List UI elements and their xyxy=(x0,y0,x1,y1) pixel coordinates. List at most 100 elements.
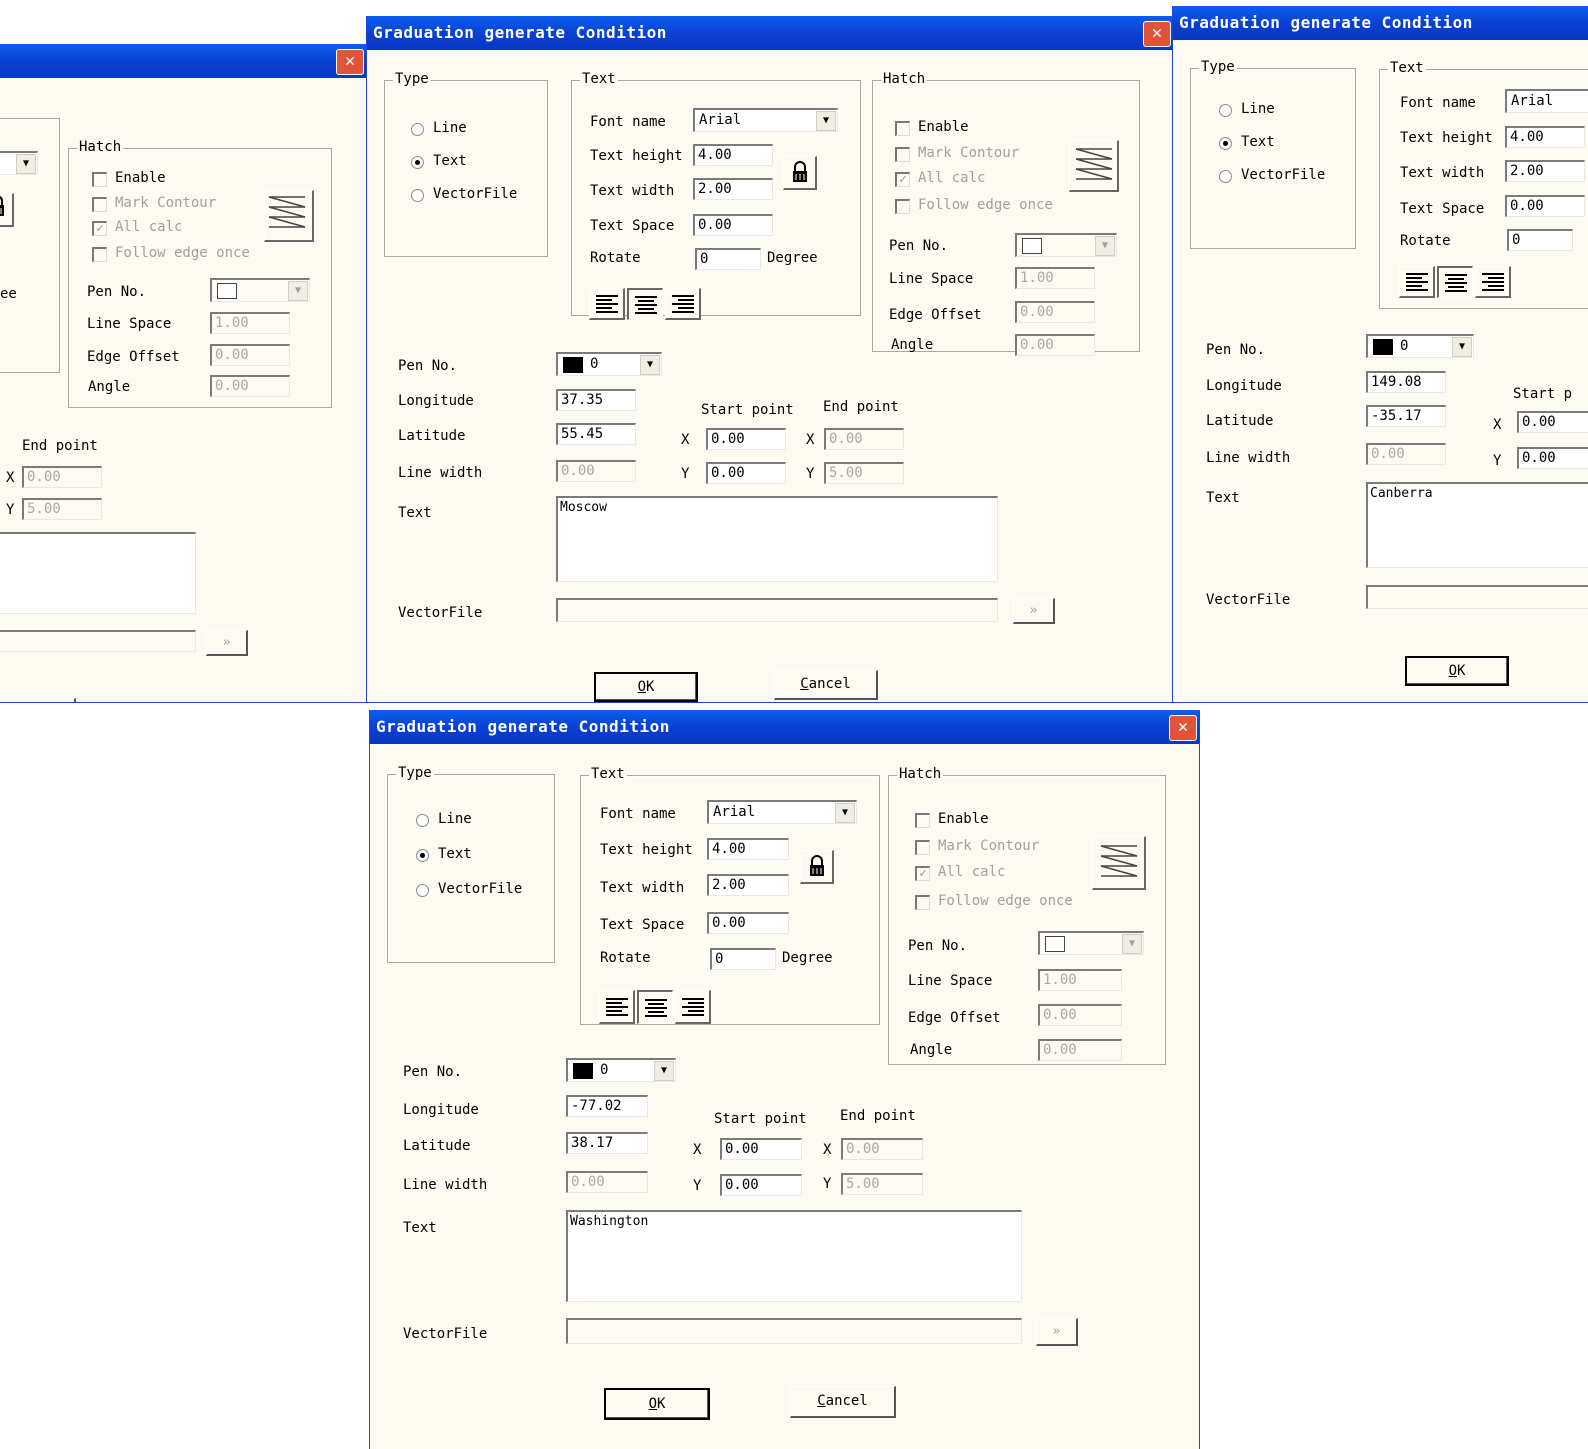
align-center-button[interactable] xyxy=(637,990,673,1024)
longitude-field[interactable]: 37.35 xyxy=(556,389,636,411)
chevron-down-icon: ▼ xyxy=(835,803,855,823)
type-line-radio[interactable] xyxy=(1219,104,1232,117)
pen-color-swatch xyxy=(1373,339,1393,355)
latitude-field[interactable]: -35.17 xyxy=(1366,405,1446,427)
font-name-combo[interactable]: Arial xyxy=(1505,89,1588,113)
hatch-settings-button[interactable] xyxy=(1092,836,1146,890)
ok-button[interactable]: OK xyxy=(604,1388,710,1420)
all-calc-checkbox: ✓ xyxy=(915,866,930,881)
hatch-pen-combo: ▼ xyxy=(1015,233,1117,257)
text-space-field[interactable]: 0.00 xyxy=(693,214,773,236)
text-legend: Text xyxy=(1388,60,1426,76)
type-vectorfile-radio[interactable] xyxy=(411,189,424,202)
rotate-label: Rotate xyxy=(1400,233,1451,249)
text-width-label: Text width xyxy=(1400,165,1485,181)
font-name-value: Arial xyxy=(1511,93,1554,109)
type-text-radio[interactable] xyxy=(1219,137,1232,150)
text-area[interactable]: Canberra xyxy=(1366,482,1588,568)
type-line-radio[interactable] xyxy=(416,814,429,827)
line-space-label: Line Space xyxy=(87,316,172,332)
start-x-field[interactable]: 0.00 xyxy=(706,428,786,450)
align-right-button[interactable] xyxy=(1475,266,1511,298)
type-text-radio[interactable] xyxy=(411,156,424,169)
type-vectorfile-radio[interactable] xyxy=(416,884,429,897)
type-vectorfile-radio[interactable] xyxy=(1219,170,1232,183)
pen-no-combo[interactable]: 0 ▼ xyxy=(556,352,662,376)
start-y-field[interactable]: 0.00 xyxy=(720,1174,802,1196)
enable-checkbox[interactable] xyxy=(895,121,910,136)
lock-ratio-button[interactable] xyxy=(783,156,817,190)
hatch-icon xyxy=(1097,840,1141,886)
browse-vectorfile-button[interactable]: » xyxy=(1013,598,1055,624)
edge-offset-label: Edge Offset xyxy=(908,1010,1001,1026)
ok-button[interactable]: OK xyxy=(1405,656,1509,686)
align-right-button[interactable] xyxy=(665,288,701,320)
latitude-field[interactable]: 38.17 xyxy=(566,1132,648,1154)
chevron-down-icon: ▼ xyxy=(654,1061,674,1081)
text-area[interactable]: Washington xyxy=(566,1210,1022,1302)
text-width-field[interactable]: 2.00 xyxy=(693,178,773,200)
line-width-field: 0.00 xyxy=(1366,443,1446,465)
latitude-label: Latitude xyxy=(398,428,466,444)
end-point-label: End point xyxy=(840,1108,916,1124)
start-x-field[interactable]: 0.00 xyxy=(720,1138,802,1160)
lock-icon xyxy=(807,854,827,878)
start-y-field[interactable]: 0.00 xyxy=(706,462,786,484)
degree-label: Degree xyxy=(767,250,818,266)
text-height-field[interactable]: 4.00 xyxy=(1505,126,1585,148)
pen-no-combo[interactable]: 0 ▼ xyxy=(1366,334,1474,358)
cancel-button[interactable]: Cancel xyxy=(774,670,878,700)
hatch-settings-button[interactable] xyxy=(1069,140,1119,192)
type-text-radio[interactable] xyxy=(416,849,429,862)
align-left-button[interactable] xyxy=(1399,266,1435,298)
start-point-label: Start point xyxy=(714,1111,807,1127)
text-area[interactable]: Moscow xyxy=(556,496,998,582)
edge-offset-field: 0.00 xyxy=(1038,1004,1122,1026)
latitude-field[interactable]: 55.45 xyxy=(556,423,636,445)
close-icon[interactable]: ✕ xyxy=(1169,715,1197,741)
pen-no-combo[interactable]: 0 ▼ xyxy=(566,1058,676,1082)
font-name-combo[interactable]: Arial ▼ xyxy=(707,800,857,824)
browse-vectorfile-button[interactable]: » xyxy=(206,630,248,656)
angle-field: 0.00 xyxy=(1038,1039,1122,1061)
align-right-button[interactable] xyxy=(675,990,711,1024)
start-x-field[interactable]: 0.00 xyxy=(1517,411,1588,433)
font-name-combo[interactable]: Arial ▼ xyxy=(693,108,838,132)
start-y-field[interactable]: 0.00 xyxy=(1517,447,1588,469)
ok-button[interactable]: OK xyxy=(594,672,698,702)
rotate-field[interactable]: 0 xyxy=(695,248,761,270)
close-icon[interactable]: ✕ xyxy=(336,49,364,75)
rotate-field[interactable]: 0 xyxy=(1507,229,1573,251)
text-area[interactable] xyxy=(0,532,196,614)
lock-ratio-button[interactable] xyxy=(800,850,834,884)
type-text-label: Text xyxy=(1241,134,1275,150)
browse-vectorfile-button[interactable]: » xyxy=(1036,1318,1078,1346)
type-group: Type xyxy=(387,765,555,963)
align-center-button[interactable] xyxy=(1437,266,1473,298)
hatch-settings-button[interactable] xyxy=(264,190,314,242)
text-height-field[interactable]: 4.00 xyxy=(693,144,773,166)
cancel-button[interactable]: Cancel xyxy=(0,698,76,702)
longitude-field[interactable]: -77.02 xyxy=(566,1095,648,1117)
enable-checkbox[interactable] xyxy=(92,172,107,187)
cancel-button[interactable]: Cancel xyxy=(790,1386,896,1418)
text-label: Text xyxy=(1206,490,1240,506)
text-width-field[interactable]: 2.00 xyxy=(707,874,789,896)
type-line-radio[interactable] xyxy=(411,123,424,136)
end-x-field: 0.00 xyxy=(824,428,904,450)
align-center-button[interactable] xyxy=(627,288,663,320)
text-space-field[interactable]: 0.00 xyxy=(1505,195,1585,217)
text-space-field[interactable]: 0.00 xyxy=(707,912,789,934)
follow-edge-label: Follow edge once xyxy=(115,245,250,261)
enable-checkbox[interactable] xyxy=(915,813,930,828)
text-width-field[interactable]: 2.00 xyxy=(1505,160,1585,182)
start-point-label: Start point xyxy=(701,402,794,418)
angle-label: Angle xyxy=(891,337,934,353)
rotate-field[interactable]: 0 xyxy=(710,948,776,970)
align-left-button[interactable] xyxy=(599,990,635,1024)
text-height-field[interactable]: 4.00 xyxy=(707,838,789,860)
close-icon[interactable]: ✕ xyxy=(1143,21,1171,47)
degree-label: Degree xyxy=(782,950,833,966)
longitude-field[interactable]: 149.08 xyxy=(1366,371,1446,393)
align-left-button[interactable] xyxy=(589,288,625,320)
